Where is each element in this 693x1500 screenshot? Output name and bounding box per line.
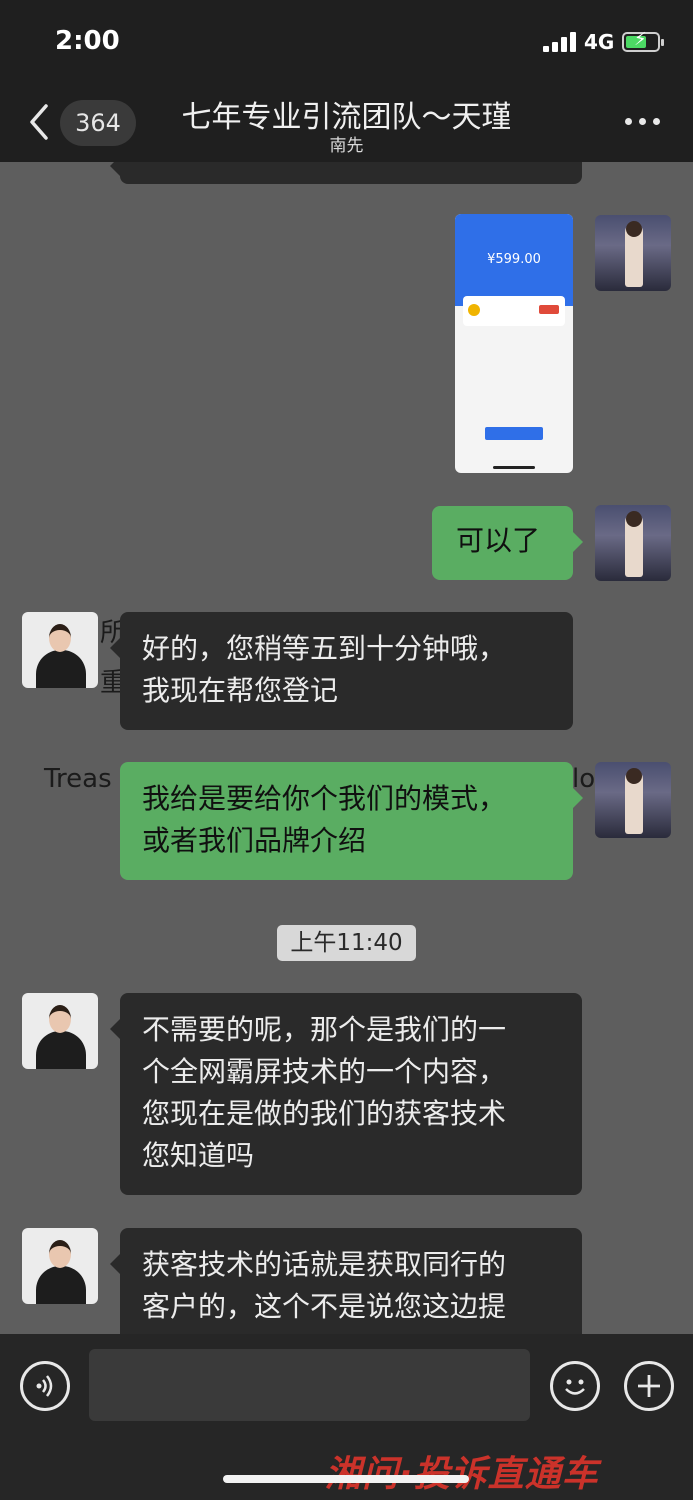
message-line: 客户的，这个不是说您这边提 bbox=[142, 1290, 507, 1323]
message-line: 获客技术的话就是获取同行的 bbox=[142, 1248, 507, 1281]
timestamp-chip: 上午11:40 bbox=[277, 925, 416, 961]
chat-title: 七年专业引流团队～天瑾 bbox=[181, 100, 512, 135]
received-message[interactable]: 不需要的呢，那个是我们的一 个全网霸屏技术的一个内容， 您现在是做的我们的获客技… bbox=[110, 993, 582, 1195]
signal-icon bbox=[543, 32, 577, 52]
watermark: 湘问·投诉直通车 bbox=[325, 1445, 599, 1497]
sent-message[interactable]: 我给是要给你个我们的模式， 或者我们品牌介绍 bbox=[120, 762, 583, 880]
home-indicator[interactable] bbox=[223, 1475, 469, 1483]
message-line: 不需要的呢，那个是我们的一 bbox=[142, 1013, 507, 1046]
top-bar: 2:00 4G ⚡ 364 七年专业引流团队～天瑾 南先 bbox=[0, 0, 693, 162]
message-line: 或者我们品牌介绍 bbox=[142, 824, 367, 857]
payment-screenshot-image[interactable]: ¥599.00 bbox=[455, 214, 573, 473]
message-line: 个全网霸屏技术的一个内容， bbox=[142, 1055, 507, 1088]
message-line: 好的，您稍等五到十分钟哦， bbox=[142, 632, 507, 665]
background-text: Treas bbox=[44, 764, 112, 794]
voice-icon[interactable] bbox=[20, 1361, 70, 1411]
status-time: 2:00 bbox=[55, 26, 120, 56]
message-text: 可以了 bbox=[456, 524, 541, 557]
my-avatar[interactable] bbox=[595, 505, 671, 581]
message-input[interactable] bbox=[89, 1349, 530, 1421]
sent-message[interactable]: 可以了 bbox=[432, 506, 583, 580]
contact-avatar[interactable] bbox=[22, 1228, 98, 1304]
my-avatar[interactable] bbox=[595, 215, 671, 291]
network-label: 4G bbox=[584, 30, 615, 54]
battery-icon: ⚡ bbox=[622, 31, 664, 52]
more-icon[interactable] bbox=[622, 118, 662, 126]
received-message[interactable]: 好的，您稍等五到十分钟哦， 我现在帮您登记 bbox=[110, 612, 573, 730]
message-line: 我给是要给你个我们的模式， bbox=[142, 782, 507, 815]
my-avatar[interactable] bbox=[595, 762, 671, 838]
contact-avatar[interactable] bbox=[22, 993, 98, 1069]
message-line: 您知道吗 bbox=[142, 1139, 255, 1172]
message-line: 您现在是做的我们的获客技术 bbox=[142, 1097, 507, 1130]
plus-icon[interactable] bbox=[624, 1361, 674, 1411]
emoji-icon[interactable] bbox=[550, 1361, 600, 1411]
chat-subtitle: 南先 bbox=[329, 136, 364, 156]
message-line: 我现在帮您登记 bbox=[142, 674, 339, 707]
payment-amount: ¥599.00 bbox=[487, 252, 541, 267]
contact-avatar[interactable] bbox=[22, 612, 98, 688]
